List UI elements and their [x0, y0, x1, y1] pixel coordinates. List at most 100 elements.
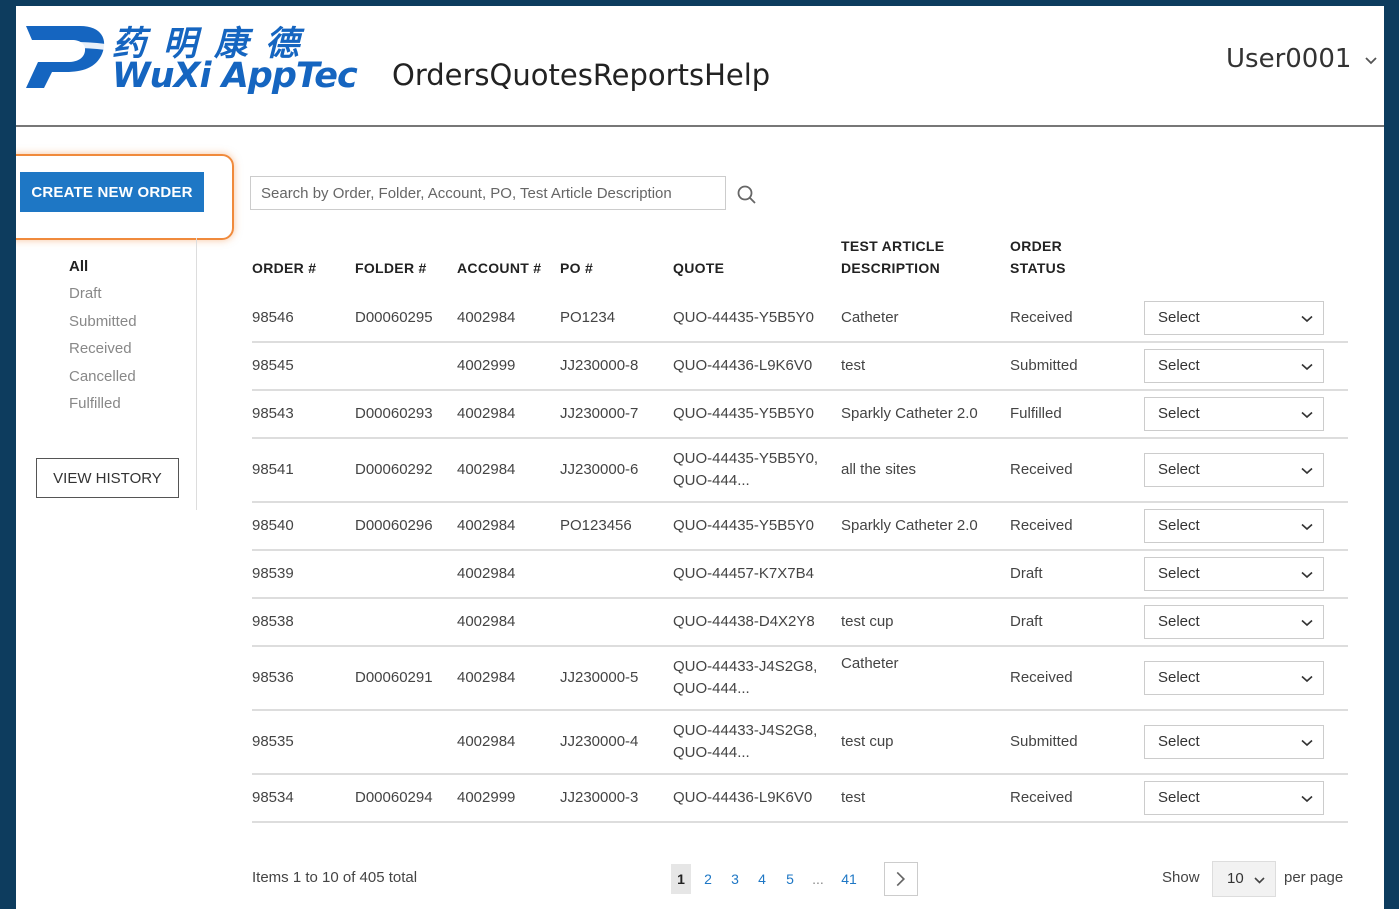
- chevron-down-icon: [1301, 523, 1313, 531]
- cell-po: JJ230000-8: [560, 357, 639, 374]
- page-4-button[interactable]: 4: [753, 864, 771, 894]
- cell-test-article: test: [841, 357, 866, 374]
- brand-name: WuXi AppTec: [112, 56, 358, 96]
- cell-folder: D00060293: [355, 405, 433, 422]
- cell-order: 98536: [252, 669, 294, 686]
- row-action-select[interactable]: Select: [1144, 661, 1324, 695]
- cell-quote: QUO-44435-Y5B5Y0: [673, 515, 814, 537]
- cell-po: PO1234: [560, 309, 616, 326]
- nav-item-reports[interactable]: Reports: [593, 58, 704, 92]
- quote-line: QUO-44435-Y5B5Y0,: [673, 450, 819, 467]
- page-5-button[interactable]: 5: [781, 864, 799, 894]
- row-action-select[interactable]: Select: [1144, 605, 1324, 639]
- cell-quote: QUO-44435-Y5B5Y0: [673, 403, 814, 425]
- cell-status: Received: [1010, 517, 1073, 534]
- header-divider: [16, 125, 1384, 127]
- cell-po: PO123456: [560, 517, 632, 534]
- filter-all[interactable]: All: [69, 258, 137, 285]
- nav-item-orders[interactable]: Orders: [392, 58, 490, 92]
- row-action-select[interactable]: Select: [1144, 453, 1324, 487]
- row-action-select[interactable]: Select: [1144, 349, 1324, 383]
- column-header-order-status: ORDER STATUS: [1010, 235, 1066, 279]
- cell-quote: QUO-44436-L9K6V0: [673, 787, 812, 809]
- column-header-order-status-line1: ORDER: [1010, 238, 1063, 254]
- cell-test-article: test cup: [841, 733, 894, 750]
- cell-test-article: test: [841, 789, 866, 806]
- nav-item-help[interactable]: Help: [704, 58, 770, 92]
- wuxi-logo-icon[interactable]: [22, 18, 108, 90]
- page-3-button[interactable]: 3: [726, 864, 744, 894]
- cell-folder: D00060296: [355, 517, 433, 534]
- page-2-button[interactable]: 2: [699, 864, 717, 894]
- row-action-select[interactable]: Select: [1144, 397, 1324, 431]
- chevron-right-icon: [896, 871, 906, 887]
- cell-test-article: Sparkly Catheter 2.0: [841, 405, 978, 422]
- items-summary: Items 1 to 10 of 405 total: [252, 869, 418, 886]
- row-action-select-label: Select: [1158, 517, 1200, 534]
- cell-order: 98539: [252, 565, 294, 582]
- cell-account: 4002999: [457, 357, 516, 374]
- page-ellipsis: ...: [812, 871, 824, 887]
- cell-quote: QUO-44438-D4X2Y8: [673, 611, 815, 633]
- per-page-select[interactable]: 10: [1212, 861, 1276, 897]
- row-action-select[interactable]: Select: [1144, 557, 1324, 591]
- row-action-select[interactable]: Select: [1144, 725, 1324, 759]
- cell-account: 4002999: [457, 789, 516, 806]
- create-new-order-button[interactable]: CREATE NEW ORDER: [20, 172, 204, 212]
- row-action-select-label: Select: [1158, 733, 1200, 750]
- search-input[interactable]: [250, 176, 726, 210]
- cell-account: 4002984: [457, 565, 516, 582]
- cell-order: 98546: [252, 309, 294, 326]
- cell-order: 98540: [252, 517, 294, 534]
- column-header-test-article-line2: DESCRIPTION: [841, 260, 940, 276]
- user-menu-name[interactable]: User0001: [1226, 44, 1351, 74]
- chevron-down-icon[interactable]: [1364, 56, 1378, 66]
- row-action-select-label: Select: [1158, 309, 1200, 326]
- row-action-select[interactable]: Select: [1144, 781, 1324, 815]
- cell-account: 4002984: [457, 669, 516, 686]
- row-action-select[interactable]: Select: [1144, 509, 1324, 543]
- row-action-select-label: Select: [1158, 405, 1200, 422]
- row-action-select-label: Select: [1158, 461, 1200, 478]
- cell-order: 98538: [252, 613, 294, 630]
- cell-status: Draft: [1010, 613, 1043, 630]
- cell-folder: D00060292: [355, 461, 433, 478]
- quote-line: QUO-44457-K7X7B4: [673, 565, 814, 582]
- chevron-down-icon: [1301, 795, 1313, 803]
- show-label: Show: [1162, 869, 1200, 886]
- cell-quote: QUO-44435-Y5B5Y0: [673, 307, 814, 329]
- quote-line: QUO-44435-Y5B5Y0: [673, 405, 814, 422]
- cell-quote: QUO-44436-L9K6V0: [673, 355, 812, 377]
- cell-account: 4002984: [457, 733, 516, 750]
- per-page-value: 10: [1227, 870, 1244, 887]
- chevron-down-icon: [1301, 619, 1313, 627]
- app-window: 药明康德 WuXi AppTec OrdersQuotesReportsHelp…: [16, 6, 1384, 909]
- cell-order: 98543: [252, 405, 294, 422]
- row-action-select[interactable]: Select: [1144, 301, 1324, 335]
- cell-order: 98541: [252, 461, 294, 478]
- cell-test-article: test cup: [841, 613, 894, 630]
- cell-status: Received: [1010, 461, 1073, 478]
- cell-status: Received: [1010, 669, 1073, 686]
- cell-folder: D00060295: [355, 309, 433, 326]
- page-41-button[interactable]: 41: [840, 864, 858, 894]
- cell-test-article: Catheter: [841, 309, 899, 326]
- column-header-quote: QUOTE: [673, 260, 725, 276]
- cell-folder: D00060294: [355, 789, 433, 806]
- quote-line: QUO-444...: [673, 744, 750, 761]
- next-page-button[interactable]: [884, 862, 918, 896]
- cell-quote: QUO-44457-K7X7B4: [673, 563, 814, 585]
- cell-account: 4002984: [457, 461, 516, 478]
- search-icon[interactable]: [736, 184, 758, 206]
- page-1-button[interactable]: 1: [671, 864, 691, 894]
- column-header-po: PO #: [560, 260, 594, 276]
- column-header-test-article-line1: TEST ARTICLE: [841, 238, 945, 254]
- quote-line: QUO-44436-L9K6V0: [673, 357, 813, 374]
- row-action-select-label: Select: [1158, 565, 1200, 582]
- cell-test-article: Sparkly Catheter 2.0: [841, 517, 978, 534]
- column-header-order: ORDER #: [252, 260, 317, 276]
- column-header-order-status-line2: STATUS: [1010, 260, 1066, 276]
- row-action-select-label: Select: [1158, 789, 1200, 806]
- nav-item-quotes[interactable]: Quotes: [490, 58, 593, 92]
- row-action-select-label: Select: [1158, 357, 1200, 374]
